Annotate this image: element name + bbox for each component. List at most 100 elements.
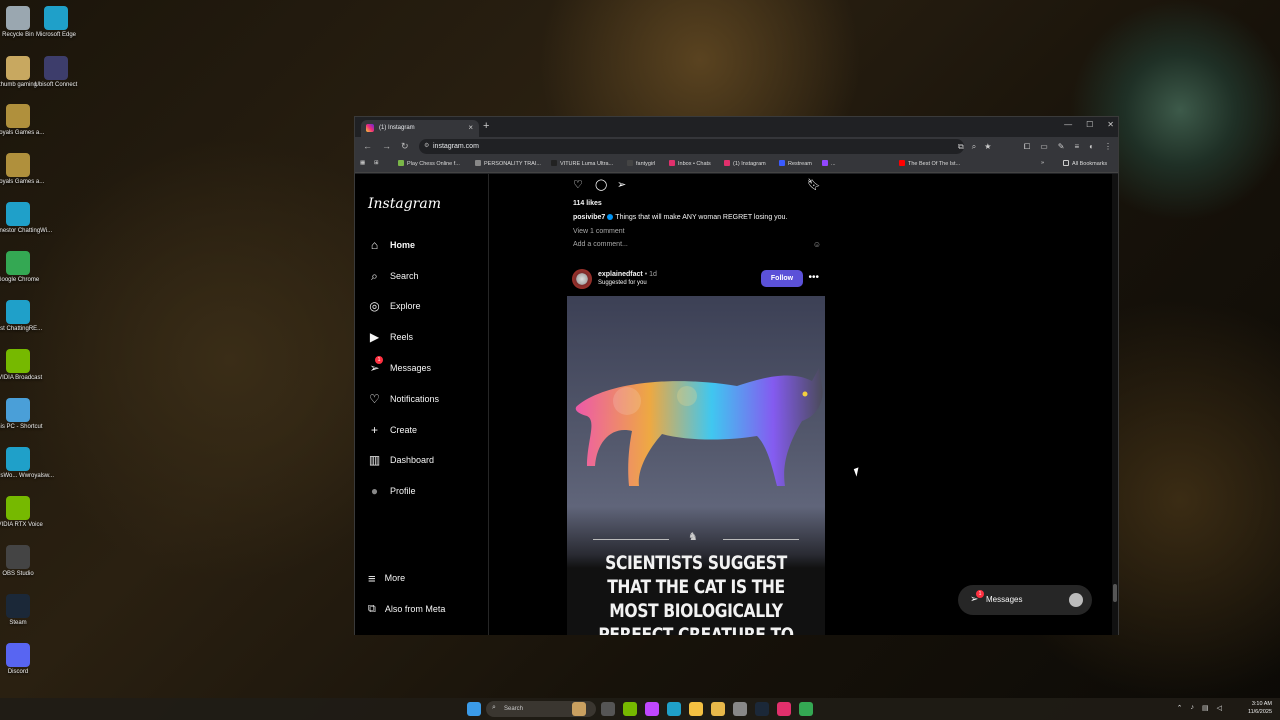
add-comment-input[interactable]: Add a comment... bbox=[573, 241, 628, 248]
profile-menu-icon[interactable]: ◐ bbox=[1089, 142, 1094, 152]
all-bookmarks-label: All Bookmarks bbox=[1072, 161, 1108, 167]
sidebar-item-search[interactable]: ⌕ Search bbox=[368, 267, 418, 285]
kebab-menu-icon[interactable]: ⋮ bbox=[1104, 142, 1112, 152]
copilot-icon[interactable] bbox=[645, 702, 659, 716]
desktop-icon-label: OBS Studio bbox=[2, 571, 34, 577]
desktop-icon[interactable]: Wroyals Games a... bbox=[0, 104, 55, 137]
chevron-up-icon[interactable]: ⌃ bbox=[1177, 704, 1183, 712]
desktop-icon[interactable]: NVIDIA RTX Voice bbox=[0, 496, 55, 529]
more-bookmarks-icon[interactable]: » bbox=[1041, 160, 1044, 166]
view-comments-link[interactable]: View 1 comment bbox=[573, 228, 625, 235]
tab-groups-icon[interactable]: ⊞ bbox=[374, 160, 379, 166]
app-icon[interactable] bbox=[777, 702, 791, 716]
widget-icon[interactable] bbox=[572, 702, 586, 716]
desktop-icon[interactable]: Google Chrome bbox=[0, 251, 55, 284]
desktop-icon[interactable]: Just ChattingRE... bbox=[0, 300, 55, 333]
new-tab-button[interactable]: + bbox=[483, 120, 489, 132]
desktop-icon[interactable]: Ubisoft Connect bbox=[19, 56, 93, 89]
sidebar-item-messages[interactable]: ➢ 1 Messages bbox=[368, 356, 431, 377]
cast-icon[interactable]: ≡ bbox=[1074, 142, 1079, 152]
nvidia-icon[interactable] bbox=[623, 702, 637, 716]
page-scrollbar[interactable] bbox=[1112, 174, 1118, 635]
sidebar-item-label: Home bbox=[390, 240, 416, 250]
bookmark-item[interactable]: ... bbox=[822, 160, 836, 167]
post-image[interactable]: ♞ SCIENTISTS SUGGEST THAT THE CAT IS THE… bbox=[567, 296, 825, 635]
apps-icon[interactable]: ▦ bbox=[360, 160, 365, 166]
scrollbar-thumb[interactable] bbox=[1113, 584, 1117, 602]
desktop-icon[interactable]: OBS Studio bbox=[0, 545, 55, 578]
desktop-icon[interactable]: NVIDIA Broadcast bbox=[0, 349, 55, 382]
sidebar-item-more[interactable]: ≡ More bbox=[368, 569, 405, 587]
maximize-icon[interactable]: ☐ bbox=[1086, 120, 1093, 129]
follow-button[interactable]: Follow bbox=[761, 270, 803, 287]
bookmark-item[interactable]: Inbox • Chats bbox=[669, 160, 711, 167]
instagram-logo[interactable]: Instagram bbox=[368, 196, 441, 212]
task-view-icon[interactable] bbox=[601, 702, 615, 716]
sidebar-item-explore[interactable]: ◎ Explore bbox=[368, 297, 420, 315]
caption-username[interactable]: posivibe7 bbox=[573, 214, 605, 221]
split-view-icon[interactable]: ▭ bbox=[1040, 142, 1048, 152]
url-text: instagram.com bbox=[433, 143, 479, 150]
mic-icon[interactable]: ♪ bbox=[1190, 704, 1194, 712]
desktop-icon[interactable]: Wroyals Games a... bbox=[0, 153, 55, 186]
clock[interactable]: 3:10 AM 11/6/2025 bbox=[1248, 700, 1272, 716]
messages-floating-button[interactable]: ➢ 1 Messages bbox=[958, 585, 1092, 615]
back-icon[interactable]: ← bbox=[363, 141, 372, 152]
comment-icon[interactable]: ◯ bbox=[595, 178, 607, 191]
desktop-icon[interactable]: WroyalsWo... Wwroyalsw... bbox=[0, 447, 55, 480]
reels-icon: ▶ bbox=[369, 330, 380, 344]
minimize-icon[interactable]: — bbox=[1064, 120, 1072, 129]
sidebar-item-dashboard[interactable]: ▥ Dashboard bbox=[368, 451, 434, 469]
bookmark-item[interactable]: The Best Of The Ist... bbox=[899, 160, 960, 167]
save-bookmark-icon[interactable]: 🔖︎ bbox=[807, 178, 821, 191]
more-options-icon[interactable]: ••• bbox=[808, 272, 819, 283]
avatar[interactable] bbox=[572, 269, 592, 289]
chrome-icon[interactable] bbox=[799, 702, 813, 716]
emoji-icon[interactable]: ☺ bbox=[813, 240, 821, 249]
desktop-icon[interactable]: This PC - Shortcut bbox=[0, 398, 55, 431]
desktop-icon[interactable]: Discord bbox=[0, 643, 55, 676]
sidebar-item-home[interactable]: ⌂ Home bbox=[368, 236, 415, 254]
sidebar-item-notifications[interactable]: ♡ Notifications bbox=[368, 390, 439, 408]
close-window-icon[interactable]: ✕ bbox=[1107, 120, 1114, 129]
edit-icon[interactable]: ✎ bbox=[1058, 142, 1065, 152]
sidebar-item-also-from-meta[interactable]: ⧉ Also from Meta bbox=[368, 600, 445, 618]
start-button-icon[interactable] bbox=[467, 702, 481, 716]
forward-icon[interactable]: → bbox=[382, 141, 391, 152]
site-info-icon[interactable]: ⚙ bbox=[424, 142, 429, 149]
close-tab-icon[interactable]: × bbox=[468, 123, 473, 132]
settings-gear-icon[interactable] bbox=[733, 702, 747, 716]
zoom-icon[interactable]: ⌕ bbox=[972, 142, 976, 152]
post-username[interactable]: explainedfact • 1d bbox=[598, 271, 657, 278]
bookmark-favicon-icon bbox=[779, 160, 785, 166]
address-bar[interactable]: ⚙ instagram.com bbox=[419, 139, 964, 154]
like-heart-icon[interactable]: ♡ bbox=[573, 178, 583, 191]
edge-icon[interactable] bbox=[667, 702, 681, 716]
messages-label: Messages bbox=[986, 595, 1023, 604]
file-explorer-icon[interactable] bbox=[689, 702, 703, 716]
bookmark-item[interactable]: (1) Instagram bbox=[724, 160, 766, 167]
bookmark-item[interactable]: Restream bbox=[779, 160, 812, 167]
all-bookmarks[interactable]: All Bookmarks bbox=[1063, 160, 1107, 167]
steam-icon[interactable] bbox=[755, 702, 769, 716]
reload-icon[interactable]: ↻ bbox=[401, 141, 409, 152]
install-app-icon[interactable]: ⧉ bbox=[958, 142, 964, 152]
store-icon[interactable] bbox=[711, 702, 725, 716]
sidebar-item-profile[interactable]: ● Profile bbox=[368, 482, 416, 500]
extensions-icon[interactable]: ⧠ bbox=[1024, 142, 1030, 152]
sidebar-item-reels[interactable]: ▶ Reels bbox=[368, 328, 413, 346]
likes-count[interactable]: 114 likes bbox=[573, 200, 602, 207]
network-icon[interactable]: ▤ bbox=[1202, 704, 1209, 712]
desktop-icon[interactable]: Carolinestor ChattingWi... bbox=[0, 202, 55, 235]
volume-icon[interactable]: ◁ bbox=[1217, 704, 1222, 712]
sidebar-item-create[interactable]: + Create bbox=[368, 421, 417, 439]
bookmark-item[interactable]: VITURE Luma Ultra... bbox=[551, 160, 613, 167]
desktop-icon[interactable]: Microsoft Edge bbox=[19, 6, 93, 39]
bookmark-item[interactable]: fantygirl bbox=[627, 160, 655, 167]
desktop-icon[interactable]: Steam bbox=[0, 594, 55, 627]
bookmark-star-icon[interactable]: ★ bbox=[984, 142, 991, 152]
bookmark-item[interactable]: Play Chess Online f... bbox=[398, 160, 460, 167]
tab-instagram[interactable]: (1) Instagram × bbox=[361, 120, 479, 137]
share-icon[interactable]: ➢ bbox=[617, 178, 626, 191]
bookmark-item[interactable]: PERSONALITY TRAI... bbox=[475, 160, 541, 167]
